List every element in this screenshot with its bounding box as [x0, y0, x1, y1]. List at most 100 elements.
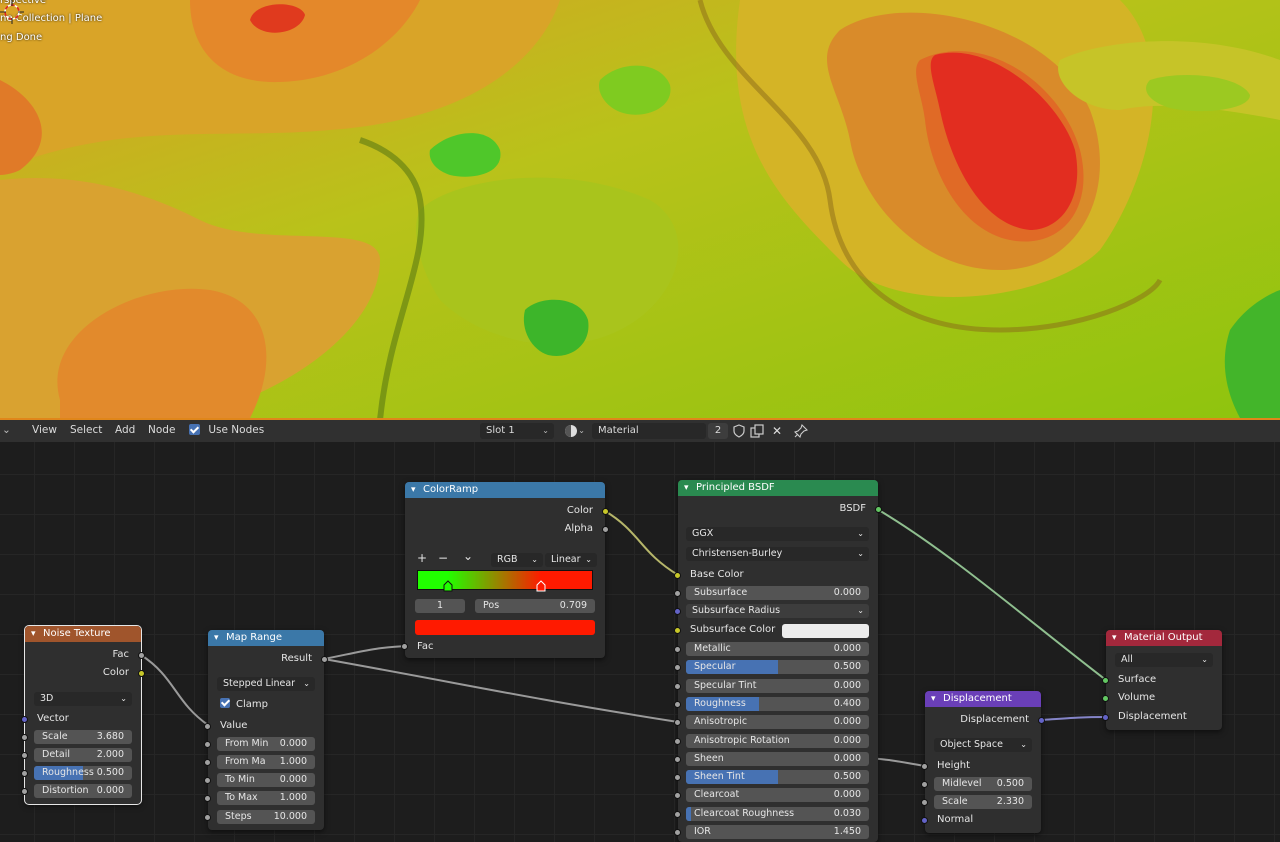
target-dropdown[interactable]: All ⌄: [1115, 653, 1213, 667]
remove-stop-button[interactable]: −: [438, 551, 448, 565]
output-socket-color[interactable]: [602, 508, 609, 515]
input-socket-ior[interactable]: [674, 829, 681, 836]
slot-dropdown[interactable]: Slot 1 ⌄: [480, 423, 554, 439]
anisotropic-field[interactable]: Anisotropic 0.000: [686, 715, 869, 730]
menu-add[interactable]: Add: [115, 424, 135, 436]
checkbox-icon[interactable]: [189, 424, 200, 435]
checkbox-icon[interactable]: [220, 698, 230, 708]
duplicate-material-icon[interactable]: [748, 423, 766, 439]
material-name-field[interactable]: Material: [592, 423, 706, 439]
menu-view[interactable]: View: [32, 424, 57, 436]
input-socket-specular-tint[interactable]: [674, 682, 681, 690]
clearcoat-field[interactable]: Clearcoat 0.000: [686, 788, 869, 803]
metallic-field[interactable]: Metallic 0.000: [686, 642, 869, 656]
node-title[interactable]: ColorRamp: [405, 482, 605, 498]
output-socket-result[interactable]: [321, 656, 328, 663]
steps-field[interactable]: Steps 10.000: [217, 810, 315, 824]
clamp-checkbox[interactable]: Clamp: [208, 696, 324, 714]
input-socket-roughness[interactable]: [674, 700, 681, 708]
input-socket-fac[interactable]: [401, 643, 408, 650]
input-socket-value[interactable]: [204, 723, 211, 730]
map-range-node[interactable]: Map Range Result Stepped Linear⌄ Clamp V…: [204, 630, 328, 830]
node-editor-canvas[interactable]: Noise Texture Fac Color 3D⌄ Vector Scale…: [0, 442, 1280, 842]
input-socket-normal[interactable]: [921, 817, 928, 824]
unlink-material-close-icon[interactable]: ✕: [768, 423, 786, 439]
input-socket-sheen[interactable]: [674, 755, 681, 763]
detail-field[interactable]: Detail 2.000: [34, 748, 132, 762]
displacement-node[interactable]: Displacement Displacement Object Space⌄ …: [921, 691, 1045, 833]
principled-bsdf-node[interactable]: Principled BSDF BSDF GGX⌄ Christensen-Bu…: [674, 480, 882, 842]
disp-scale-field[interactable]: Scale 2.330: [934, 795, 1032, 809]
anisotropic-rotation-field[interactable]: Anisotropic Rotation 0.000: [686, 733, 869, 748]
input-socket-clearcoat-roughness[interactable]: [674, 810, 681, 818]
input-socket-clearcoat[interactable]: [674, 792, 681, 800]
input-socket-subsurface[interactable]: [674, 590, 681, 597]
output-socket-bsdf[interactable]: [875, 506, 882, 513]
use-nodes-toggle[interactable]: Use Nodes: [189, 424, 264, 436]
active-stop-color-swatch[interactable]: [415, 620, 595, 635]
fake-user-shield-icon[interactable]: [730, 423, 748, 439]
distortion-field[interactable]: Distortion 0.000: [34, 784, 132, 798]
input-socket-volume[interactable]: [1102, 695, 1109, 702]
input-socket-from-max[interactable]: [204, 759, 211, 766]
sheen-tint-field[interactable]: Sheen Tint 0.500: [686, 770, 869, 785]
input-socket-roughness[interactable]: [21, 770, 28, 777]
node-title[interactable]: Map Range: [208, 630, 324, 646]
input-socket-to-max[interactable]: [204, 795, 211, 802]
material-users-count[interactable]: 2: [708, 423, 728, 439]
input-socket-subsurface-radius[interactable]: [674, 608, 681, 615]
ior-field[interactable]: IOR 1.450: [686, 825, 869, 839]
specular-tint-field[interactable]: Specular Tint 0.000: [686, 678, 869, 693]
menu-select[interactable]: Select: [70, 424, 102, 436]
subsurface-color-swatch[interactable]: [782, 624, 869, 638]
input-socket-subsurface-color[interactable]: [674, 627, 681, 634]
active-stop-index-field[interactable]: 1: [415, 599, 465, 613]
input-socket-from-min[interactable]: [204, 741, 211, 748]
menu-node[interactable]: Node: [148, 424, 175, 436]
output-socket-fac[interactable]: [138, 652, 145, 659]
dimensions-dropdown[interactable]: 3D ⌄: [34, 692, 132, 706]
interpolation-dropdown[interactable]: Stepped Linear ⌄: [217, 677, 315, 691]
material-browse-button[interactable]: ⌄: [560, 423, 590, 439]
input-socket-detail[interactable]: [21, 752, 28, 759]
input-socket-midlevel[interactable]: [921, 781, 928, 788]
output-socket-displacement[interactable]: [1038, 717, 1045, 724]
noise-texture-node[interactable]: Noise Texture Fac Color 3D⌄ Vector Scale…: [21, 625, 145, 805]
node-title[interactable]: Material Output: [1106, 630, 1222, 646]
editor-type-chevron-icon[interactable]: ⌄: [2, 424, 11, 436]
from-max-field[interactable]: From Ma 1.000: [217, 755, 315, 769]
input-socket-height[interactable]: [921, 763, 928, 770]
input-socket-base-color[interactable]: [674, 572, 681, 579]
node-title[interactable]: Principled BSDF: [678, 480, 878, 496]
roughness-field[interactable]: Roughness 0.500: [34, 766, 132, 780]
from-min-field[interactable]: From Min 0.000: [217, 737, 315, 751]
input-socket-specular[interactable]: [674, 664, 681, 672]
input-socket-steps[interactable]: [204, 814, 211, 821]
input-socket-to-min[interactable]: [204, 777, 211, 784]
input-socket-displacement[interactable]: [1102, 714, 1109, 721]
material-output-node[interactable]: Material Output All⌄ Surface Volume Disp…: [1102, 630, 1222, 730]
add-stop-button[interactable]: +: [417, 551, 427, 565]
subsurface-radius-dropdown[interactable]: Subsurface Radius ⌄: [686, 604, 869, 618]
input-socket-sheen-tint[interactable]: [674, 774, 681, 782]
to-max-field[interactable]: To Max 1.000: [217, 791, 315, 805]
node-title[interactable]: Noise Texture: [25, 626, 141, 642]
roughness-field[interactable]: Roughness 0.400: [686, 696, 869, 711]
input-socket-distortion[interactable]: [21, 788, 28, 795]
midlevel-field[interactable]: Midlevel 0.500: [934, 777, 1032, 791]
clearcoat-roughness-field[interactable]: Clearcoat Roughness 0.030: [686, 806, 869, 821]
input-socket-scale[interactable]: [921, 799, 928, 806]
input-socket-vector[interactable]: [21, 716, 28, 723]
ramp-interpolation-dropdown[interactable]: Linear ⌄: [545, 553, 597, 567]
color-stop-1-marker[interactable]: [536, 580, 546, 592]
input-socket-surface[interactable]: [1102, 677, 1109, 684]
input-socket-anisotropic[interactable]: [674, 719, 681, 727]
output-socket-alpha[interactable]: [602, 526, 609, 533]
subsurface-field[interactable]: Subsurface 0.000: [686, 586, 869, 600]
subsurface-method-dropdown[interactable]: Christensen-Burley ⌄: [686, 547, 869, 561]
input-socket-anisotropic-rotation[interactable]: [674, 737, 681, 745]
color-stop-0-marker[interactable]: [443, 580, 453, 592]
distribution-dropdown[interactable]: GGX ⌄: [686, 527, 869, 541]
color-mode-dropdown[interactable]: RGB ⌄: [491, 553, 543, 567]
to-min-field[interactable]: To Min 0.000: [217, 773, 315, 787]
